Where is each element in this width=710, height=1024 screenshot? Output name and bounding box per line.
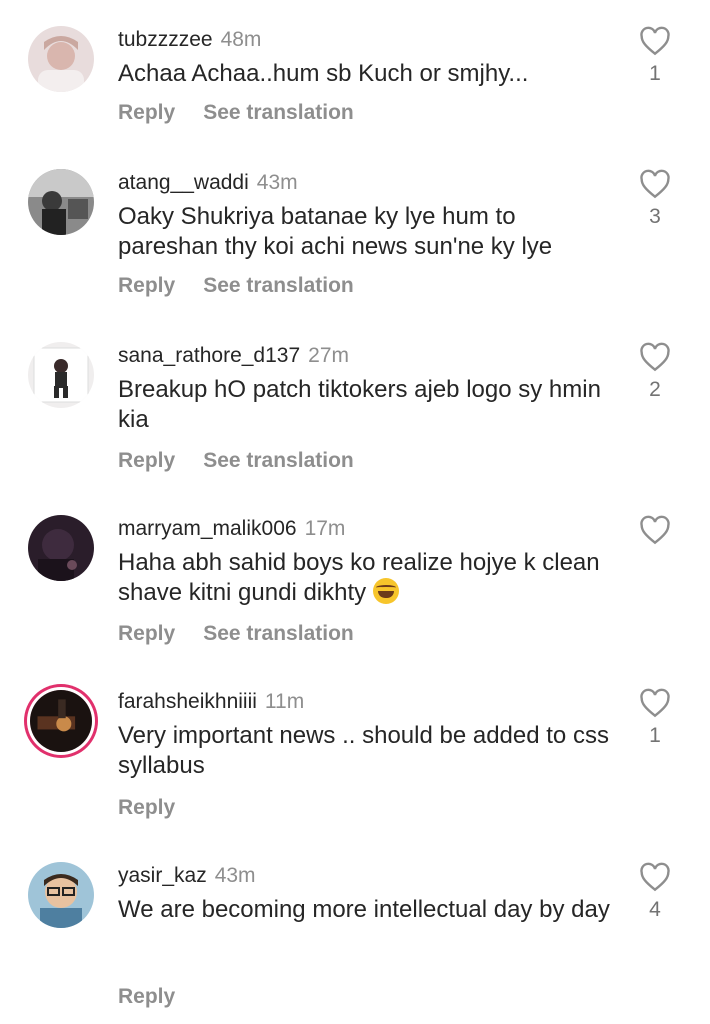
comment-username[interactable]: marryam_malik006: [118, 517, 297, 540]
comment-actions: Reply See translation: [118, 274, 382, 298]
heart-outline-icon[interactable]: [639, 169, 671, 199]
see-translation-button[interactable]: See translation: [203, 449, 354, 472]
comment-actions: Reply See translation: [118, 449, 382, 473]
comment-text: Very important news .. should be added t…: [118, 722, 609, 779]
like-control: 1: [638, 26, 672, 86]
comment-header: yasir_kaz 43m: [118, 862, 256, 890]
like-control: 2: [638, 342, 672, 402]
avatar[interactable]: [28, 169, 94, 235]
comment-timestamp: 11m: [264, 690, 305, 713]
heart-outline-icon[interactable]: [639, 342, 671, 372]
see-translation-button[interactable]: See translation: [203, 622, 354, 645]
comment-timestamp: 48m: [220, 28, 262, 51]
like-control: 3: [638, 169, 672, 229]
like-control: 1: [638, 688, 672, 748]
comment-header: tubzzzzee 48m: [118, 26, 261, 54]
comment-text: We are becoming more intellectual day by…: [118, 896, 610, 923]
comment-header: atang__waddi 43m: [118, 169, 298, 197]
heart-outline-icon[interactable]: [639, 862, 671, 892]
like-count: 2: [649, 378, 661, 401]
comment-timestamp: 43m: [214, 864, 256, 887]
comment-username[interactable]: farahsheikhniiii: [118, 690, 257, 713]
reply-button[interactable]: Reply: [118, 985, 175, 1008]
see-translation-button[interactable]: See translation: [203, 101, 354, 124]
comment-timestamp: 43m: [256, 171, 298, 194]
heart-outline-icon[interactable]: [639, 688, 671, 718]
comment-text: Oaky Shukriya batanae ky lye hum to pare…: [118, 203, 553, 260]
like-count: 1: [649, 724, 661, 747]
comment-text: Breakup hO patch tiktokers ajeb logo sy …: [118, 376, 601, 433]
like-count: 4: [649, 898, 661, 921]
comment-actions: Reply See translation: [118, 622, 382, 646]
comment-username[interactable]: tubzzzzee: [118, 28, 213, 51]
avatar-with-story-ring[interactable]: [30, 690, 92, 752]
reply-button[interactable]: Reply: [118, 622, 175, 645]
laughing-tears-emoji-icon: [372, 578, 399, 604]
avatar[interactable]: [28, 342, 94, 408]
heart-outline-icon[interactable]: [639, 26, 671, 56]
avatar[interactable]: [28, 515, 94, 581]
comment-header: farahsheikhniiii 11m: [118, 688, 304, 716]
see-translation-button[interactable]: See translation: [203, 274, 354, 297]
comment-username[interactable]: atang__waddi: [118, 171, 249, 194]
comment-actions: Reply See translation: [118, 101, 382, 125]
comment-text: Achaa Achaa..hum sb Kuch or smjhy...: [118, 60, 529, 87]
comment-username[interactable]: sana_rathore_d137: [118, 344, 300, 367]
comment-text: Haha abh sahid boys ko realize hojye k c…: [118, 548, 618, 608]
comment-actions: Reply: [118, 985, 203, 1009]
comment-header: marryam_malik006 17m: [118, 515, 345, 543]
like-count: 3: [649, 205, 661, 228]
reply-button[interactable]: Reply: [118, 101, 175, 124]
comment-timestamp: 27m: [308, 344, 350, 367]
like-count: 1: [649, 62, 661, 85]
comment-actions: Reply: [118, 796, 203, 820]
comment-text-content: Haha abh sahid boys ko realize hojye k c…: [118, 549, 600, 606]
reply-button[interactable]: Reply: [118, 449, 175, 472]
heart-outline-icon[interactable]: [639, 515, 671, 545]
reply-button[interactable]: Reply: [118, 796, 175, 819]
comment-header: sana_rathore_d137 27m: [118, 342, 349, 370]
comment-username[interactable]: yasir_kaz: [118, 864, 207, 887]
like-control: [638, 515, 672, 551]
like-control: 4: [638, 862, 672, 922]
reply-button[interactable]: Reply: [118, 274, 175, 297]
comment-timestamp: 17m: [304, 517, 346, 540]
avatar[interactable]: [28, 26, 94, 92]
avatar[interactable]: [28, 862, 94, 928]
